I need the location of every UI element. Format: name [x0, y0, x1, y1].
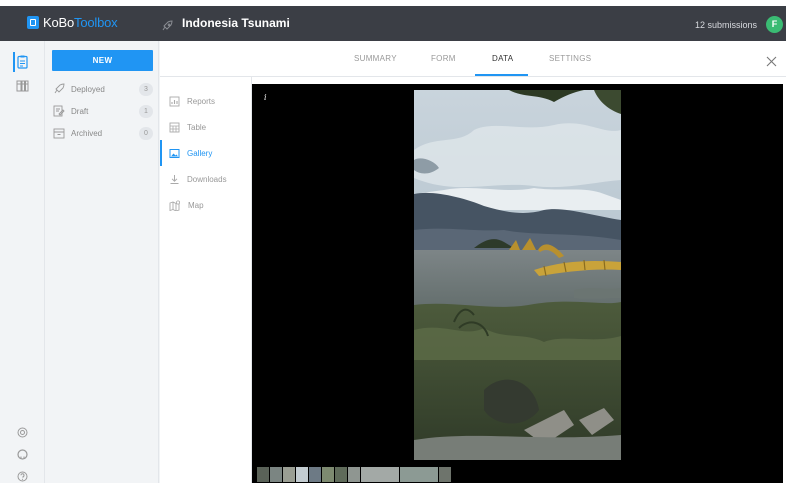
map-icon [169, 199, 181, 211]
rail-help-button[interactable] [0, 469, 45, 483]
subnav-item-gallery[interactable]: Gallery [160, 140, 252, 166]
thumbnail-strip [257, 464, 452, 482]
rail-library-button[interactable] [0, 76, 45, 96]
help-icon [17, 471, 28, 481]
gallery-viewer: i [252, 84, 783, 483]
download-icon [170, 174, 179, 184]
thumbnail[interactable] [348, 467, 360, 482]
info-icon[interactable]: i [264, 93, 267, 102]
subnav-label: Map [188, 200, 204, 210]
tab-data[interactable]: DATA [492, 54, 513, 63]
close-icon[interactable] [766, 56, 777, 67]
thumbnail[interactable] [439, 467, 451, 482]
data-subnav: Reports Table Gallery Downloads Map [160, 77, 252, 483]
user-avatar[interactable]: F [766, 16, 783, 33]
thumbnail[interactable] [283, 467, 295, 482]
deployed-count-badge: 3 [139, 83, 153, 96]
thumbnail[interactable] [270, 467, 282, 482]
rail-github-button[interactable] [0, 447, 45, 461]
subnav-label: Table [187, 122, 207, 132]
icon-rail [0, 41, 45, 483]
gallery-photo[interactable] [414, 90, 621, 460]
sidebar-item-label: Deployed [71, 84, 105, 94]
subnav-item-reports[interactable]: Reports [160, 88, 252, 114]
thumbnail[interactable] [309, 467, 321, 482]
kobotoolbox-logo[interactable]: KoBoToolbox [27, 15, 118, 30]
new-project-button[interactable]: NEW [52, 50, 153, 71]
github-icon [17, 448, 28, 460]
archive-icon [53, 128, 65, 139]
thumbnail[interactable] [400, 467, 438, 482]
thumbnail[interactable] [322, 467, 334, 482]
rail-forms-button[interactable] [0, 52, 45, 72]
rail-help-support-button[interactable] [0, 425, 45, 439]
forms-sidebar: NEW Deployed 3 Draft 1 Archived 0 [45, 41, 159, 483]
logo-text-primary: KoBo [43, 15, 75, 30]
library-icon [16, 80, 29, 92]
archived-count-badge: 0 [139, 127, 153, 140]
logo-mark-icon [27, 16, 39, 29]
subnav-label: Downloads [187, 174, 227, 184]
thumbnail[interactable] [361, 467, 399, 482]
submissions-count: 12 submissions [695, 20, 758, 30]
forms-icon [17, 55, 28, 69]
thumbnail[interactable] [335, 467, 347, 482]
project-rocket-icon [162, 20, 173, 31]
sidebar-item-deployed[interactable]: Deployed 3 [53, 81, 153, 97]
gallery-icon [169, 148, 180, 158]
active-tab-indicator [475, 74, 528, 76]
table-icon [169, 122, 180, 132]
project-tabs: SUMMARY FORM DATA SETTINGS [160, 41, 786, 77]
top-bar: KoBoToolbox Indonesia Tsunami 12 submiss… [0, 0, 786, 41]
sidebar-item-archived[interactable]: Archived 0 [53, 125, 153, 141]
subnav-label: Gallery [187, 148, 213, 158]
tab-settings[interactable]: SETTINGS [549, 54, 591, 63]
thumbnail[interactable] [257, 467, 269, 482]
sidebar-item-label: Draft [71, 106, 89, 116]
lifebuoy-icon [17, 427, 28, 437]
subnav-label: Reports [187, 96, 216, 106]
thumbnail[interactable] [296, 467, 308, 482]
sidebar-item-label: Archived [71, 128, 103, 138]
tab-form[interactable]: FORM [431, 54, 456, 63]
subnav-item-map[interactable]: Map [160, 192, 252, 218]
rocket-icon [54, 83, 65, 94]
draft-icon [53, 105, 65, 117]
project-title: Indonesia Tsunami [182, 16, 290, 30]
subnav-item-downloads[interactable]: Downloads [160, 166, 252, 192]
draft-count-badge: 1 [139, 105, 153, 118]
logo-text-secondary: Toolbox [74, 15, 118, 30]
reports-icon [169, 96, 180, 106]
sidebar-item-draft[interactable]: Draft 1 [53, 103, 153, 119]
subnav-item-table[interactable]: Table [160, 114, 252, 140]
tab-summary[interactable]: SUMMARY [354, 54, 397, 63]
